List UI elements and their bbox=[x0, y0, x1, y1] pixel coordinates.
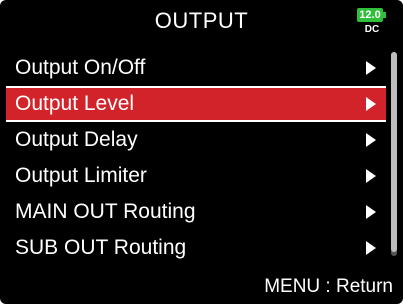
menu-item-sub-out-routing[interactable]: SUB OUT Routing bbox=[6, 230, 386, 266]
header: OUTPUT 12.0 DC bbox=[0, 0, 403, 46]
menu-return-hint: MENU : Return bbox=[264, 276, 393, 297]
chevron-right-icon bbox=[366, 241, 376, 255]
chevron-right-icon bbox=[366, 169, 376, 183]
chevron-right-icon bbox=[366, 205, 376, 219]
menu-item-main-out-routing[interactable]: MAIN OUT Routing bbox=[6, 194, 386, 230]
menu-item-label: Output On/Off bbox=[15, 56, 146, 79]
menu-item-output-on-off[interactable]: Output On/Off bbox=[6, 50, 386, 86]
scrollbar-thumb[interactable] bbox=[391, 52, 397, 252]
chevron-right-icon bbox=[366, 61, 376, 75]
menu-item-label: SUB OUT Routing bbox=[15, 236, 187, 259]
menu-item-label: Output Level bbox=[15, 92, 135, 115]
menu-item-output-limiter[interactable]: Output Limiter bbox=[6, 158, 386, 194]
chevron-right-icon bbox=[366, 133, 376, 147]
battery-icon: 12.0 bbox=[357, 8, 383, 22]
menu-item-label: MAIN OUT Routing bbox=[15, 200, 196, 223]
power-source-label: DC bbox=[364, 24, 380, 35]
menu-item-label: Output Limiter bbox=[15, 164, 147, 187]
battery-tip bbox=[383, 12, 386, 18]
page-title: OUTPUT bbox=[154, 8, 249, 33]
device-screen: OUTPUT 12.0 DC Output On/Off Output Leve… bbox=[0, 0, 403, 304]
footer: MENU : Return bbox=[0, 268, 403, 304]
menu-item-label: Output Delay bbox=[15, 128, 138, 151]
output-menu: Output On/Off Output Level Output Delay … bbox=[6, 50, 386, 266]
battery-level: 12.0 bbox=[359, 9, 381, 21]
chevron-right-icon bbox=[366, 97, 376, 111]
menu-item-output-delay[interactable]: Output Delay bbox=[6, 122, 386, 158]
scrollbar[interactable] bbox=[391, 52, 397, 256]
battery-indicator: 12.0 DC bbox=[357, 8, 389, 42]
menu-item-output-level[interactable]: Output Level bbox=[6, 86, 386, 122]
